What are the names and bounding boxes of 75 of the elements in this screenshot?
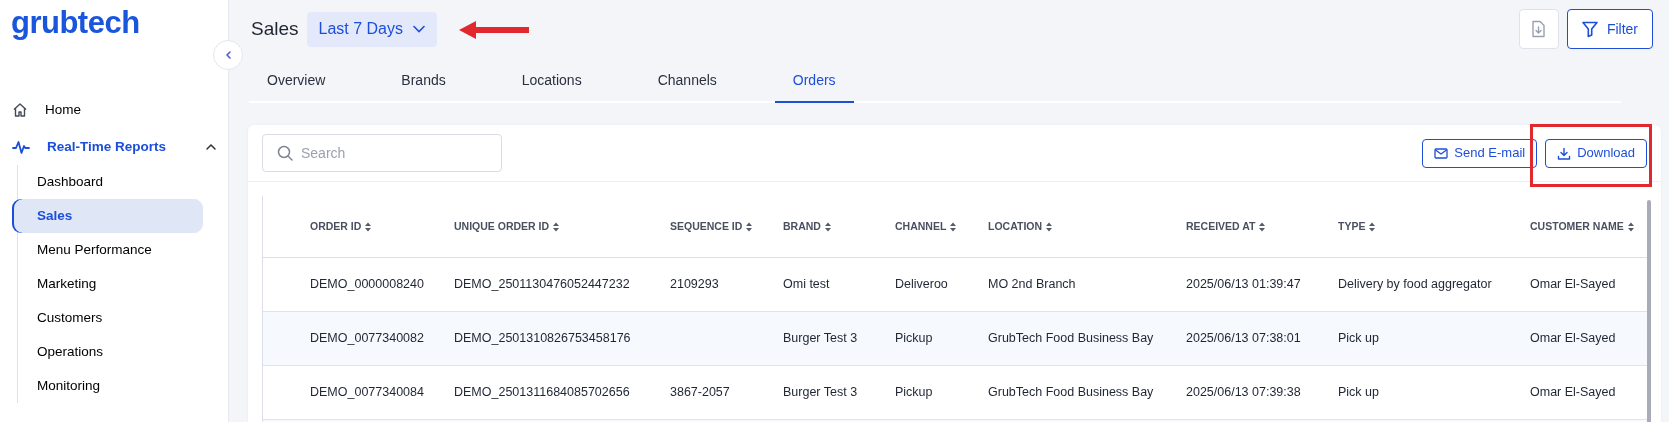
sort-icon[interactable] [1368,221,1377,232]
file-download-icon [1531,20,1547,38]
sidebar-subitem[interactable]: Sales [12,199,203,234]
table-cell: Omar El-Sayed [1530,331,1616,346]
home-icon [12,101,28,118]
download-icon [1557,146,1572,160]
download-button[interactable]: Download [1545,138,1647,168]
column-header: SEQUENCE ID [670,218,743,234]
mail-icon [1434,146,1449,160]
table-cell: Burger Test 3 [783,385,858,400]
table-cell: 2025/06/13 07:38:01 [1186,331,1301,346]
table-cell: DEMO_2501310826753458176 [454,331,631,346]
table-cell: Burger Test 3 [783,331,858,346]
sort-icon[interactable] [552,221,561,232]
tab[interactable]: Locations [503,61,600,103]
table-cell: MO 2nd Branch [988,277,1076,292]
pulse-icon [12,138,30,155]
table-cell: 2109293 [670,277,719,292]
table-cell: GrubTech Food Business Bay [988,385,1154,400]
tab[interactable]: Orders [774,61,854,103]
column-header: TYPE [1338,218,1366,234]
sidebar-item[interactable]: Home [0,91,228,129]
chevron-left-icon [224,50,232,60]
sort-icon[interactable] [949,221,958,232]
sort-icon[interactable] [823,221,832,232]
table-cell: DEMO_0077340084 [310,385,424,400]
tab[interactable]: Channels [639,61,735,103]
table-cell: Pick up [1338,385,1379,400]
column-header: LOCATION [988,218,1043,234]
filter-button[interactable]: Filter [1566,9,1653,49]
chevron-down-icon [413,25,425,33]
sidebar-subitem[interactable]: Operations [12,335,203,370]
table-cell: GrubTech Food Business Bay [988,331,1154,346]
column-header: ORDER ID [310,218,362,234]
search-field[interactable]: Search [262,134,502,172]
table-cell: DEMO_2501130476052447232 [454,277,630,292]
table-cell: Pickup [895,385,933,400]
sort-icon[interactable] [364,221,373,232]
sidebar-item[interactable]: Real-Time Reports [0,128,228,166]
table-cell: 2025/06/13 01:39:47 [1186,277,1301,292]
column-header: RECEIVED AT [1186,218,1256,234]
table-cell: 3867-2057 [670,385,730,400]
scrollbar[interactable] [1647,200,1651,422]
tab[interactable]: Brands [383,61,464,103]
column-header: CHANNEL [895,218,947,234]
sidebar-subitem[interactable]: Monitoring [12,369,203,404]
chevron-up-icon [206,142,216,151]
column-header: CUSTOMER NAME [1530,218,1624,234]
sidebar-subitem[interactable]: Dashboard [12,165,203,200]
sort-icon[interactable] [1258,221,1267,232]
table-cell: DEMO_2501311684085702656 [454,385,630,400]
tab[interactable]: Overview [249,61,344,103]
sort-icon[interactable] [1045,221,1054,232]
table-cell: Delivery by food aggregator [1338,277,1492,292]
sidebar-subitem[interactable]: Menu Performance [12,233,203,268]
table-cell: DEMO_0000008240 [310,277,424,292]
sort-icon[interactable] [745,221,754,232]
filter-icon [1581,20,1598,38]
table-cell: DEMO_0077340082 [310,331,424,346]
column-header: UNIQUE ORDER ID [454,218,550,234]
page-title: Sales [251,16,299,41]
table-cell: Omi test [783,277,830,292]
column-header: BRAND [783,218,821,234]
sidebar-subitem[interactable]: Marketing [12,267,203,302]
table-cell: Deliveroo [895,277,948,292]
sidebar-subitem[interactable]: Customers [12,301,203,336]
table-cell: Pickup [895,331,933,346]
logo: grubtech [10,4,140,42]
table-cell: Pick up [1338,331,1379,346]
date-range-dropdown[interactable]: Last 7 Days [306,11,437,47]
table-cell: 2025/06/13 07:39:38 [1186,385,1301,400]
sort-icon[interactable] [1626,221,1635,232]
table-cell: Omar El-Sayed [1530,277,1616,292]
send-email-button[interactable]: Send E-mail [1422,138,1538,168]
table-cell: Omar El-Sayed [1530,385,1616,400]
